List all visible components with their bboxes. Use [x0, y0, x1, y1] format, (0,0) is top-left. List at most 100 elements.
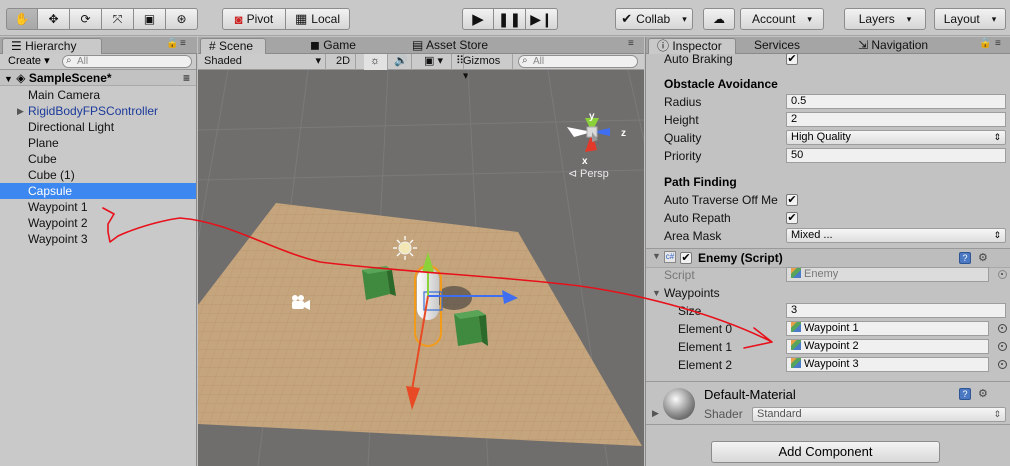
hierarchy-item-waypoint-2[interactable]: Waypoint 2 [0, 215, 196, 231]
auto-traverse-checkbox[interactable]: ✔ [786, 194, 798, 206]
hierarchy-item-main-camera[interactable]: Main Camera [0, 87, 196, 103]
gizmos-dropdown[interactable]: Gizmos ▾ [457, 54, 513, 82]
auto-repath-row: Auto Repath ✔ [646, 209, 1010, 227]
enemy-enabled-checkbox[interactable]: ✔ [680, 252, 692, 264]
step-button[interactable]: ▶❙ [526, 8, 558, 30]
size-field[interactable]: 3 [786, 303, 1006, 318]
scene-name: SampleScene* [28, 71, 112, 85]
move-tool-button[interactable]: ✥ [38, 8, 70, 30]
hierarchy-item-cube-1[interactable]: Cube (1) [0, 167, 196, 183]
gamepad-icon: ◼ [310, 38, 324, 52]
auto-braking-checkbox[interactable]: ✔ [786, 53, 798, 65]
settings-gear-icon[interactable]: ⚙ [978, 387, 988, 400]
persp-label[interactable]: Persp [580, 168, 609, 180]
transform-tool-button[interactable]: ⊛ [166, 8, 198, 30]
tab-asset-store[interactable]: ▤ Asset Store [404, 38, 496, 54]
panel-menu-icon[interactable]: ≡ [628, 38, 634, 49]
hierarchy-item-waypoint-3[interactable]: Waypoint 3 [0, 231, 196, 247]
hierarchy-item-cube[interactable]: Cube [0, 151, 196, 167]
lock-icon[interactable]: 🔒 [979, 38, 991, 49]
collab-dropdown[interactable]: ✔ Collab [615, 8, 693, 30]
lighting-toggle[interactable]: ☼ [364, 54, 388, 70]
hierarchy-item-label: Plane [28, 136, 59, 150]
help-icon[interactable]: ? [959, 388, 971, 400]
gizmo-y-label: y [589, 111, 595, 122]
quality-label: Quality [664, 131, 702, 145]
priority-field[interactable]: 50 [786, 148, 1006, 163]
enemy-script-header[interactable]: ▼ c# ✔ Enemy (Script) ? ⚙ [646, 248, 1010, 268]
pause-button[interactable]: ❚❚ [494, 8, 526, 30]
object-picker-icon[interactable] [998, 324, 1007, 333]
element-0-field[interactable]: Waypoint 1 [786, 321, 989, 336]
hand-tool-button[interactable]: ✋ [6, 8, 38, 30]
auto-repath-checkbox[interactable]: ✔ [786, 212, 798, 224]
play-icon: ▶ [472, 11, 484, 28]
shading-label: Shaded [204, 55, 242, 67]
layers-dropdown[interactable]: Layers [844, 8, 926, 30]
cloud-button[interactable]: ☁ [703, 8, 735, 30]
play-button[interactable]: ▶ [462, 8, 494, 30]
expand-arrow-icon[interactable]: ▼ [652, 284, 661, 302]
move-icon: ✥ [48, 12, 59, 26]
audio-toggle[interactable]: 🔊 [388, 54, 412, 70]
tab-game[interactable]: ◼ Game [302, 38, 364, 54]
scene-root-row[interactable]: ▼ ◈ SampleScene* ≡ [0, 70, 196, 86]
2d-toggle[interactable]: 2D [330, 54, 356, 70]
object-picker-icon[interactable] [998, 342, 1007, 351]
hierarchy-panel: ☰ Hierarchy 🔒 ≡ Create ▾ All ▼ ◈ SampleS… [0, 37, 197, 466]
pathfinding-section: Path Finding [646, 173, 1010, 191]
quality-dropdown[interactable]: High Quality [786, 130, 1006, 145]
radius-field[interactable]: 0.5 [786, 94, 1006, 109]
pivot-icon: ◙ [234, 11, 243, 27]
create-dropdown[interactable]: Create ▾ [4, 55, 54, 69]
panel-menu-icon[interactable]: ≡ [995, 38, 1001, 49]
height-field[interactable]: 2 [786, 112, 1006, 127]
tab-hierarchy-label: Hierarchy [25, 39, 77, 53]
area-mask-label: Area Mask [664, 229, 722, 243]
pause-icon: ❚❚ [497, 10, 522, 27]
layout-dropdown[interactable]: Layout [934, 8, 1006, 30]
hierarchy-item-capsule[interactable]: Capsule [0, 183, 196, 199]
effects-dropdown[interactable]: ▣ ▾ [418, 54, 452, 70]
hierarchy-item-waypoint-1[interactable]: Waypoint 1 [0, 199, 196, 215]
scene-menu-icon[interactable]: ≡ [183, 70, 190, 86]
rotate-icon: ⟳ [80, 12, 91, 26]
layers-group: Layers [844, 8, 926, 30]
add-component-button[interactable]: Add Component [711, 441, 940, 463]
scale-tool-button[interactable]: ⤧ [102, 8, 134, 30]
expand-arrow-icon[interactable]: ▶ [17, 103, 24, 119]
lock-icon[interactable]: 🔒 [166, 38, 178, 49]
panel-menu-icon[interactable]: ≡ [180, 38, 186, 49]
element-1-field[interactable]: Waypoint 2 [786, 339, 989, 354]
pivot-button[interactable]: ◙ Pivot [222, 8, 286, 30]
expand-arrow-icon[interactable]: ▶ [652, 408, 659, 419]
tab-scene[interactable]: # Scene [200, 38, 266, 54]
material-name: Default-Material [704, 387, 796, 402]
object-picker-icon[interactable] [998, 360, 1007, 369]
scene-search-input[interactable]: All [518, 55, 638, 68]
account-dropdown[interactable]: Account [740, 8, 824, 30]
area-mask-dropdown[interactable]: Mixed ... [786, 228, 1006, 243]
orientation-gizmo[interactable] [567, 118, 610, 152]
shader-dropdown[interactable]: Standard [752, 407, 1006, 422]
hierarchy-search-input[interactable]: All [62, 55, 192, 68]
scene-viewport[interactable]: y z x ⊲ Persp [198, 70, 644, 466]
tab-hierarchy[interactable]: ☰ Hierarchy [2, 38, 102, 54]
hierarchy-item-rigidbody-fps[interactable]: ▶ RigidBodyFPSController [0, 103, 196, 119]
shading-dropdown[interactable]: Shaded ▾ [198, 54, 326, 70]
settings-gear-icon[interactable]: ⚙ [978, 251, 988, 264]
rotate-tool-button[interactable]: ⟳ [70, 8, 102, 30]
expand-arrow-icon[interactable]: ▼ [652, 251, 661, 261]
tab-scene-label: Scene [219, 39, 254, 53]
scene-view[interactable]: # Scene ◼ Game ▤ Asset Store ≡ Shaded ▾ 2… [198, 37, 644, 466]
element-2-field[interactable]: Waypoint 3 [786, 357, 989, 372]
local-button[interactable]: ▦ Local [286, 8, 350, 30]
rect-tool-button[interactable]: ▣ [134, 8, 166, 30]
auto-braking-row: Auto Braking ✔ [646, 50, 1010, 68]
help-icon[interactable]: ? [959, 252, 971, 264]
hierarchy-item-label: Directional Light [28, 120, 115, 134]
hierarchy-item-plane[interactable]: Plane [0, 135, 196, 151]
hierarchy-item-directional-light[interactable]: Directional Light [0, 119, 196, 135]
cube-1-object[interactable] [454, 310, 488, 346]
waypoints-row[interactable]: ▼ Waypoints [646, 284, 1010, 302]
